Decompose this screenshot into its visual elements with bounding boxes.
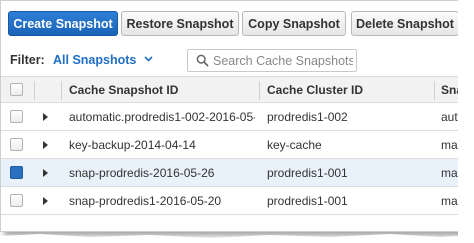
filter-label: Filter: [10,53,45,67]
column-header-snapshot-id[interactable]: Cache Snapshot ID [69,77,255,102]
copy-snapshot-button[interactable]: Copy Snapshot [242,11,346,36]
snapshot-table: Cache Snapshot ID Cache Cluster ID Snap … [1,76,461,215]
expand-arrow-icon[interactable] [43,131,53,158]
expand-arrow-icon[interactable] [43,187,53,214]
column-header-cluster-id[interactable]: Cache Cluster ID [267,77,432,102]
table-row[interactable]: snap-prodredis1-2016-05-20 prodredis1-00… [1,187,461,215]
row-checkbox[interactable] [10,138,23,151]
search-icon [194,53,210,69]
cluster-id-cell: prodredis1-001 [267,165,348,180]
table-row[interactable]: snap-prodredis-2016-05-26 prodredis1-001… [1,159,461,187]
snapshot-filter-dropdown[interactable]: All Snapshots [53,53,153,67]
create-snapshot-button[interactable]: Create Snapshot [8,11,118,36]
restore-snapshot-button[interactable]: Restore Snapshot [121,11,239,36]
chevron-down-icon [144,55,153,65]
row-checkbox[interactable] [10,166,23,179]
snapshot-id-cell: automatic.prodredis1-002-2016-05-26-08-3… [69,109,255,124]
cluster-id-cell: prodredis1-002 [267,109,348,124]
snapshot-id-cell: snap-prodredis-2016-05-26 [69,165,215,180]
snapshot-panel: Create Snapshot Restore Snapshot Copy Sn… [0,0,462,232]
table-row[interactable]: automatic.prodredis1-002-2016-05-26-08-3… [1,103,461,131]
filter-selected-value: All Snapshots [53,53,137,67]
toolbar: Create Snapshot Restore Snapshot Copy Sn… [1,1,461,41]
table-row[interactable]: key-backup-2014-04-14 key-cache manu [1,131,461,159]
cluster-id-cell: key-cache [267,137,322,152]
search-input[interactable] [213,53,353,68]
filter-bar: Filter: All Snapshots [1,45,461,75]
select-all-checkbox[interactable] [10,83,23,96]
snapshot-id-cell: snap-prodredis1-2016-05-20 [69,193,222,208]
torn-edge-bottom [0,234,474,243]
snapshot-id-cell: key-backup-2014-04-14 [69,137,196,152]
search-box [187,49,357,72]
select-all-cell[interactable] [10,77,26,102]
cluster-id-cell: prodredis1-001 [267,193,348,208]
row-checkbox[interactable] [10,110,23,123]
torn-edge-right [458,0,474,243]
expand-arrow-icon[interactable] [43,103,53,130]
expand-arrow-icon[interactable] [43,159,53,186]
table-header: Cache Snapshot ID Cache Cluster ID Snap [1,76,461,103]
delete-snapshot-button[interactable]: Delete Snapshot [351,11,459,36]
row-checkbox[interactable] [10,194,23,207]
